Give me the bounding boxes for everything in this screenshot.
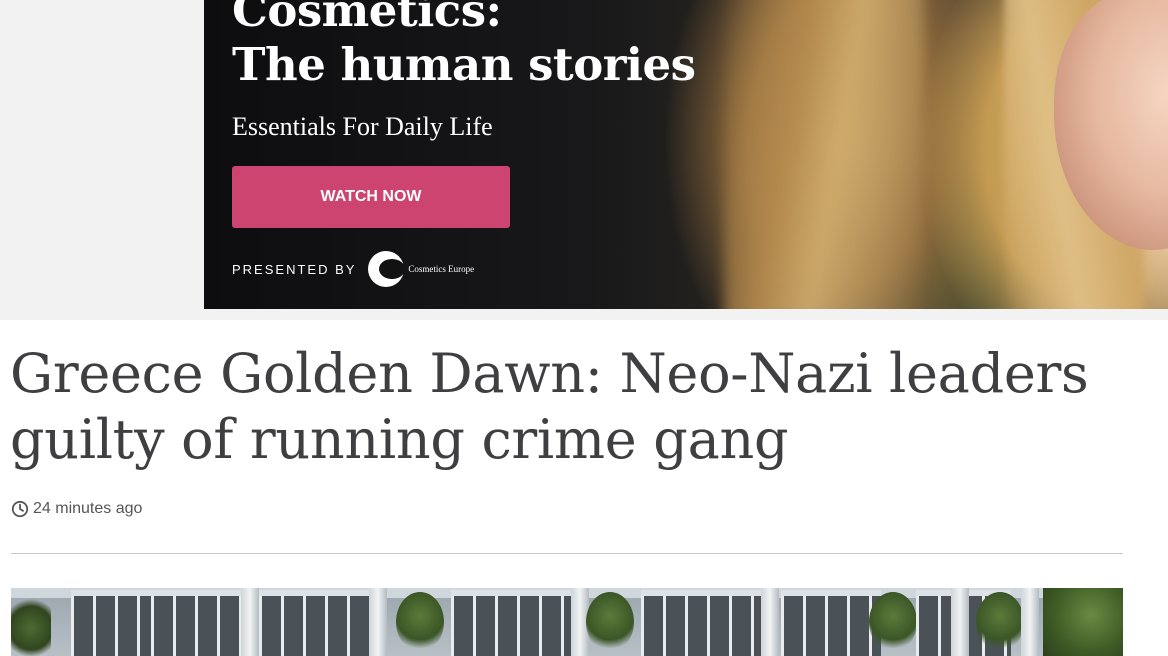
page: Cosmetics: The human stories Essentials … xyxy=(0,0,1168,656)
ad-photo-hair-left xyxy=(724,0,924,309)
image-building-segment xyxy=(641,590,761,656)
image-building-segment xyxy=(71,590,151,656)
divider xyxy=(11,553,1123,554)
image-pillar xyxy=(761,588,779,656)
presented-by-label: PRESENTED BY xyxy=(232,261,357,277)
image-building-segment xyxy=(259,590,369,656)
ad-subtitle: Essentials For Daily Life xyxy=(232,112,493,141)
image-palm xyxy=(976,592,1024,652)
image-palm xyxy=(396,592,444,652)
image-tree-left xyxy=(11,598,51,656)
sponsor-logo[interactable]: Cosmetics Europe xyxy=(368,251,474,287)
image-tree-right xyxy=(1043,588,1123,656)
image-building-segment xyxy=(451,590,581,656)
image-pillar xyxy=(951,588,969,656)
image-building-segment xyxy=(151,590,241,656)
image-pillar xyxy=(1021,588,1039,656)
image-building-segment xyxy=(781,590,881,656)
watch-now-button[interactable]: WATCH NOW xyxy=(232,166,510,228)
article-timestamp: 24 minutes ago xyxy=(11,498,142,520)
image-pillar xyxy=(369,588,387,656)
article-headline: Greece Golden Dawn: Neo-Nazi leaders gui… xyxy=(10,342,1089,471)
ad-title: Cosmetics: The human stories xyxy=(232,0,696,91)
timestamp-text: 24 minutes ago xyxy=(33,500,143,517)
image-pillar xyxy=(241,588,259,656)
image-palm xyxy=(586,592,634,652)
ad-presented-by: PRESENTED BY Cosmetics Europe xyxy=(232,251,474,287)
article-lead-image[interactable] xyxy=(11,588,1123,656)
sponsor-name: Cosmetics Europe xyxy=(408,264,475,274)
sponsor-logo-icon xyxy=(368,251,406,287)
advertisement-banner[interactable]: Cosmetics: The human stories Essentials … xyxy=(204,0,1168,309)
clock-icon xyxy=(11,500,29,518)
image-palm xyxy=(869,592,917,652)
